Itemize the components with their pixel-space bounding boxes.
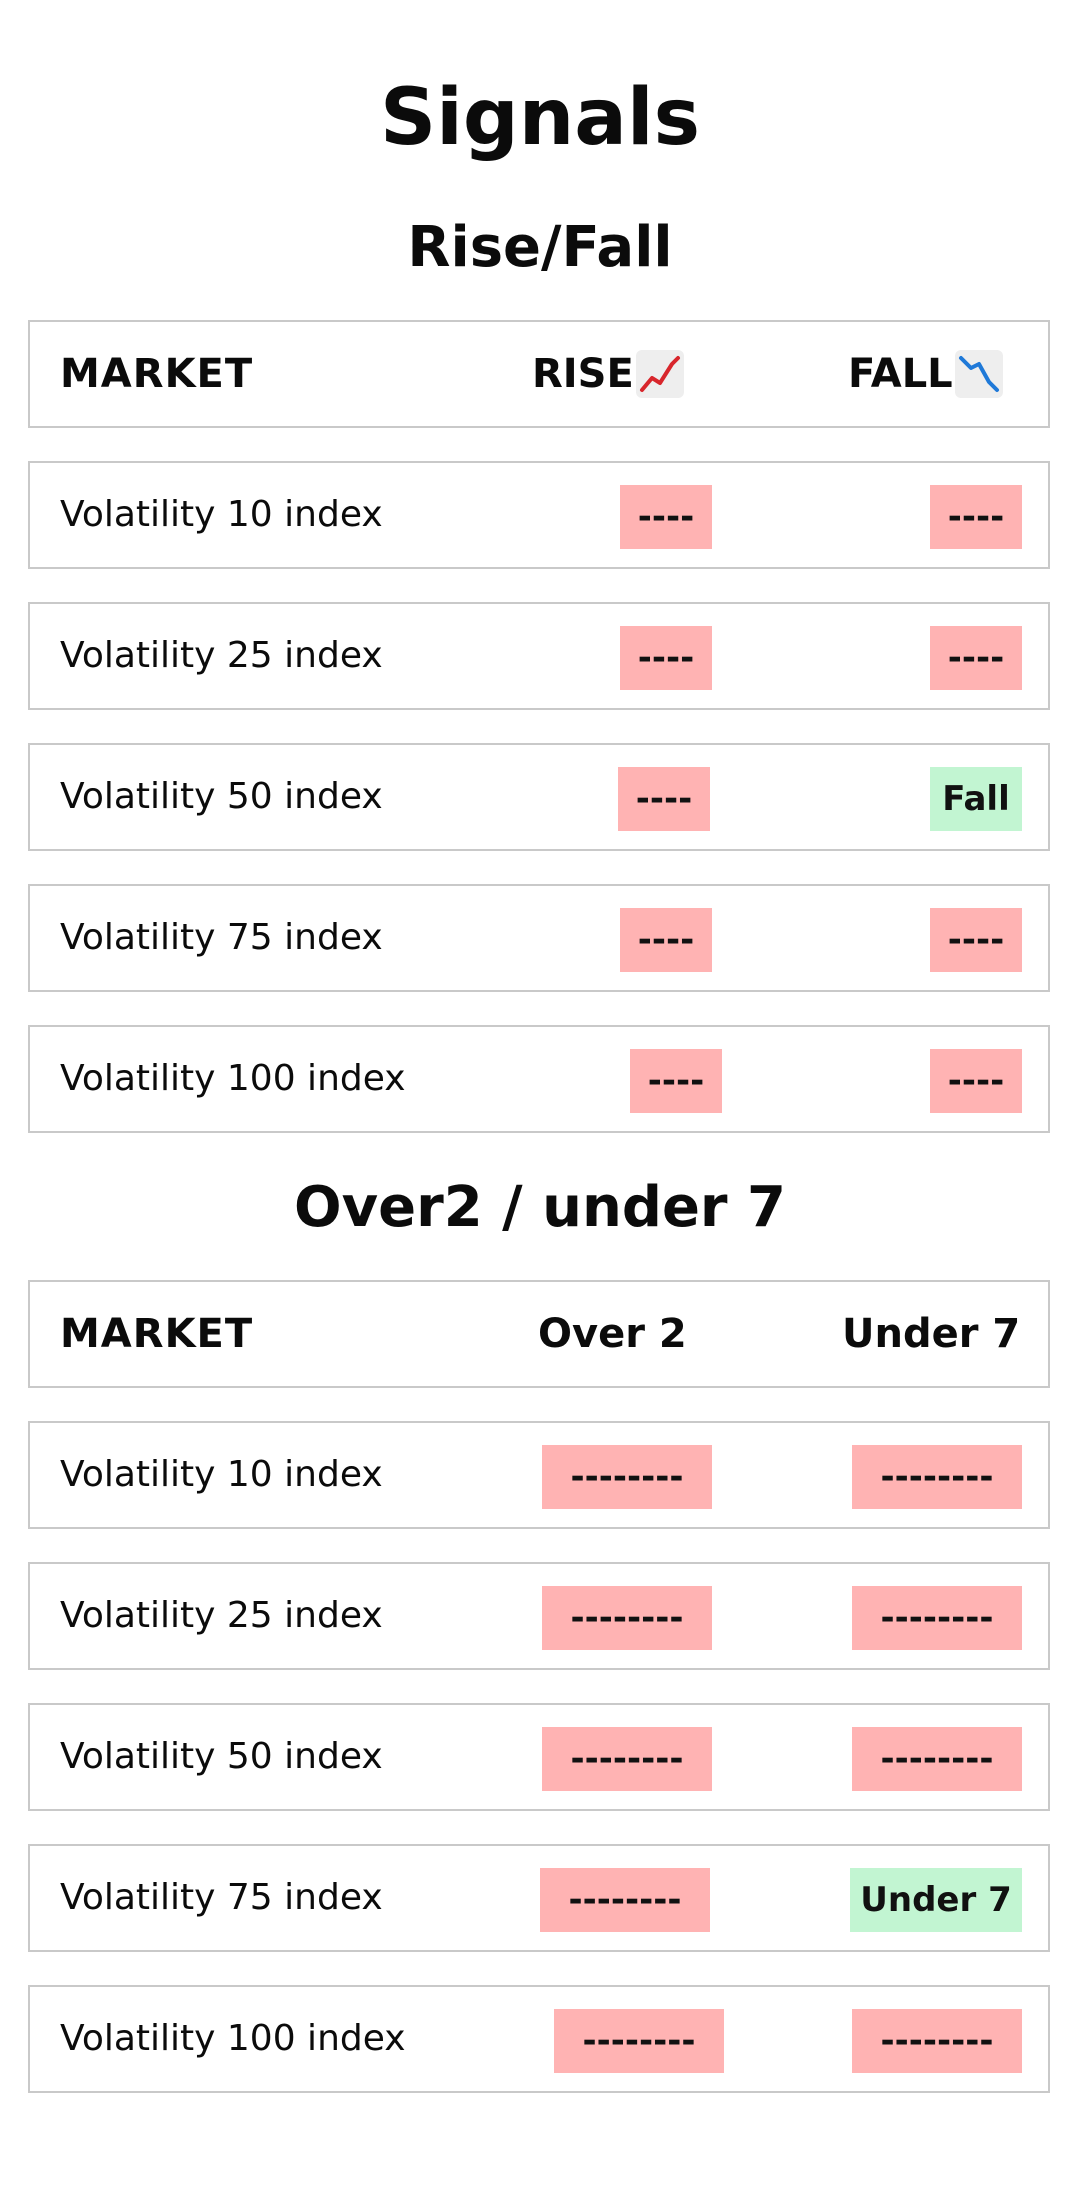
table-row: Volatility 75 index ---- ---- <box>28 884 1050 992</box>
table-row: Volatility 25 index ---- ---- <box>28 602 1050 710</box>
fall-signal-badge: ---- <box>930 485 1022 549</box>
chart-increasing-icon <box>635 350 684 398</box>
market-name: Volatility 50 index <box>60 776 383 817</box>
table-row: Volatility 75 index -------- Under 7 <box>28 1844 1050 1952</box>
market-name: Volatility 10 index <box>60 1454 383 1495</box>
fall-signal-badge: Fall <box>930 767 1022 831</box>
over-signal-badge: -------- <box>542 1445 712 1509</box>
fall-signal-badge: ---- <box>930 626 1022 690</box>
rise-signal-badge: ---- <box>620 908 712 972</box>
market-column-header: MARKET <box>60 351 254 397</box>
table-row: Volatility 100 index ---- ---- <box>28 1025 1050 1133</box>
market-column-header: MARKET <box>60 1311 254 1357</box>
chart-decreasing-icon <box>954 350 1003 398</box>
market-name: Volatility 10 index <box>60 494 383 535</box>
market-name: Volatility 25 index <box>60 635 383 676</box>
rise-fall-header-row: MARKET RISE FALL <box>28 320 1050 428</box>
fall-column-header: FALL <box>848 322 1003 426</box>
table-row: Volatility 100 index -------- -------- <box>28 1985 1050 2093</box>
market-name: Volatility 100 index <box>60 1058 406 1099</box>
table-row: Volatility 50 index ---- Fall <box>28 743 1050 851</box>
rise-signal-badge: ---- <box>630 1049 722 1113</box>
rise-signal-badge: ---- <box>620 485 712 549</box>
rise-signal-badge: ---- <box>618 767 710 831</box>
table-row: Volatility 10 index ---- ---- <box>28 461 1050 569</box>
market-name: Volatility 25 index <box>60 1595 383 1636</box>
market-name: Volatility 75 index <box>60 1877 383 1918</box>
under-signal-badge: -------- <box>852 1445 1022 1509</box>
under-column-header: Under 7 <box>842 1311 1021 1357</box>
over-under-title: Over2 / under 7 <box>294 1175 786 1240</box>
rise-column-label: RISE <box>532 351 634 397</box>
fall-column-label: FALL <box>848 351 953 397</box>
under-signal-badge: -------- <box>852 1586 1022 1650</box>
rise-column-header: RISE <box>532 322 684 426</box>
fall-signal-badge: ---- <box>930 1049 1022 1113</box>
rise-fall-title: Rise/Fall <box>407 215 673 280</box>
rise-signal-badge: ---- <box>620 626 712 690</box>
over-signal-badge: -------- <box>540 1868 710 1932</box>
table-row: Volatility 50 index -------- -------- <box>28 1703 1050 1811</box>
table-row: Volatility 10 index -------- -------- <box>28 1421 1050 1529</box>
under-signal-badge: -------- <box>852 1727 1022 1791</box>
market-name: Volatility 100 index <box>60 2018 406 2059</box>
market-name: Volatility 75 index <box>60 917 383 958</box>
over-under-header-row: MARKET Over 2 Under 7 <box>28 1280 1050 1388</box>
under-signal-badge: Under 7 <box>850 1868 1022 1932</box>
over-signal-badge: -------- <box>542 1727 712 1791</box>
market-name: Volatility 50 index <box>60 1736 383 1777</box>
table-row: Volatility 25 index -------- -------- <box>28 1562 1050 1670</box>
over-signal-badge: -------- <box>554 2009 724 2073</box>
fall-signal-badge: ---- <box>930 908 1022 972</box>
page-title: Signals <box>379 73 701 163</box>
over-signal-badge: -------- <box>542 1586 712 1650</box>
over-column-header: Over 2 <box>538 1311 687 1357</box>
under-signal-badge: -------- <box>852 2009 1022 2073</box>
